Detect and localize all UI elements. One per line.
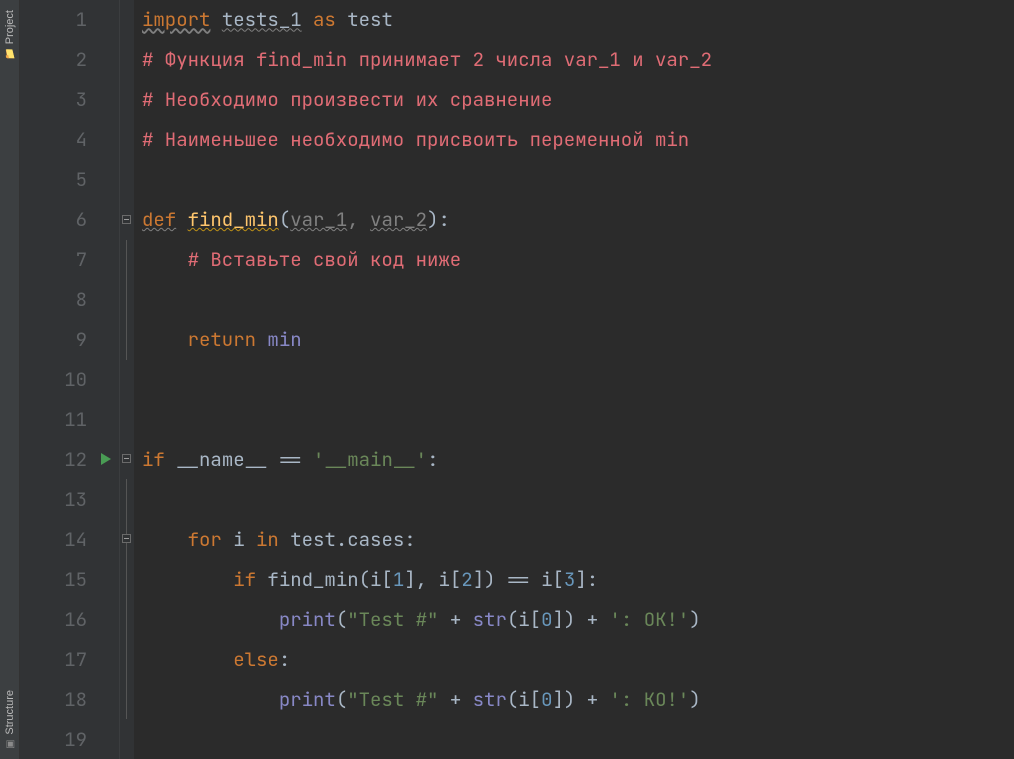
line-number: 11 xyxy=(64,407,87,432)
run-gutter-icon[interactable] xyxy=(101,453,111,465)
gutter-row: 6 xyxy=(20,200,119,240)
code-line xyxy=(142,400,1014,440)
line-number: 19 xyxy=(64,727,87,752)
fold-toggle-icon[interactable] xyxy=(122,454,131,463)
line-number: 18 xyxy=(64,687,87,712)
code-line xyxy=(142,479,1014,519)
tool-window-bar: 📁 Project ▣ Structure xyxy=(0,0,20,759)
code-line xyxy=(142,160,1014,200)
code-line: # Вставьте свой код ниже xyxy=(142,240,1014,280)
code-line: import tests_1 as test xyxy=(142,0,1014,40)
line-number: 1 xyxy=(76,7,87,32)
code-line xyxy=(142,719,1014,759)
gutter-row: 10 xyxy=(20,360,119,400)
gutter-row: 19 xyxy=(20,719,119,759)
gutter-row: 18 xyxy=(20,679,119,719)
line-number: 6 xyxy=(76,207,87,232)
line-number: 2 xyxy=(76,47,87,72)
code-line: print("Test #" + str(i[0]) + ': OK!') xyxy=(142,599,1014,639)
code-line: for i in test.cases: xyxy=(142,519,1014,559)
code-line xyxy=(142,280,1014,320)
gutter-row: 13 xyxy=(20,479,119,519)
gutter[interactable]: 1 2 3 4 5 6 7 8 9 10 11 12 13 14 15 16 1… xyxy=(20,0,120,759)
line-number: 12 xyxy=(64,447,87,472)
gutter-row: 5 xyxy=(20,160,119,200)
code-line: if __name__ == '__main__': xyxy=(142,439,1014,479)
code-line: # Функция find_min принимает 2 числа var… xyxy=(142,40,1014,80)
gutter-row: 1 xyxy=(20,0,119,40)
gutter-row: 8 xyxy=(20,280,119,320)
line-number: 4 xyxy=(76,127,87,152)
line-number: 15 xyxy=(64,567,87,592)
gutter-row: 2 xyxy=(20,40,119,80)
line-number: 8 xyxy=(76,287,87,312)
gutter-row: 15 xyxy=(20,559,119,599)
line-number: 7 xyxy=(76,247,87,272)
line-number: 16 xyxy=(64,607,87,632)
folder-icon: 📁 xyxy=(5,48,15,58)
code-line: if find_min(i[1], i[2]) == i[3]: xyxy=(142,559,1014,599)
gutter-row: 9 xyxy=(20,320,119,360)
code-line: print("Test #" + str(i[0]) + ': KO!') xyxy=(142,679,1014,719)
fold-toggle-icon[interactable] xyxy=(122,215,131,224)
gutter-row: 16 xyxy=(20,599,119,639)
line-number: 14 xyxy=(64,527,87,552)
structure-tab-label: Structure xyxy=(4,690,16,735)
gutter-row: 17 xyxy=(20,639,119,679)
code-editor[interactable]: import tests_1 as test # Функция find_mi… xyxy=(134,0,1014,759)
gutter-row: 3 xyxy=(20,80,119,120)
fold-column xyxy=(120,0,134,759)
gutter-row: 12 xyxy=(20,439,119,479)
gutter-row: 14 xyxy=(20,519,119,559)
code-line: # Наименьшее необходимо присвоить переме… xyxy=(142,120,1014,160)
fold-toggle-icon[interactable] xyxy=(122,534,131,543)
code-line xyxy=(142,360,1014,400)
line-number: 9 xyxy=(76,327,87,352)
code-line: # Необходимо произвести их сравнение xyxy=(142,80,1014,120)
code-line: def find_min(var_1, var_2): xyxy=(142,200,1014,240)
line-number: 3 xyxy=(76,87,87,112)
gutter-row: 7 xyxy=(20,240,119,280)
project-tab-label: Project xyxy=(4,10,16,44)
line-number: 5 xyxy=(76,167,87,192)
code-line: else: xyxy=(142,639,1014,679)
code-line: return min xyxy=(142,320,1014,360)
gutter-row: 11 xyxy=(20,400,119,440)
project-tab[interactable]: 📁 Project xyxy=(4,4,16,64)
line-number: 17 xyxy=(64,647,87,672)
line-number: 10 xyxy=(64,367,87,392)
structure-tab[interactable]: ▣ Structure xyxy=(4,684,16,755)
gutter-row: 4 xyxy=(20,120,119,160)
line-number: 13 xyxy=(64,487,87,512)
structure-icon: ▣ xyxy=(5,739,15,749)
